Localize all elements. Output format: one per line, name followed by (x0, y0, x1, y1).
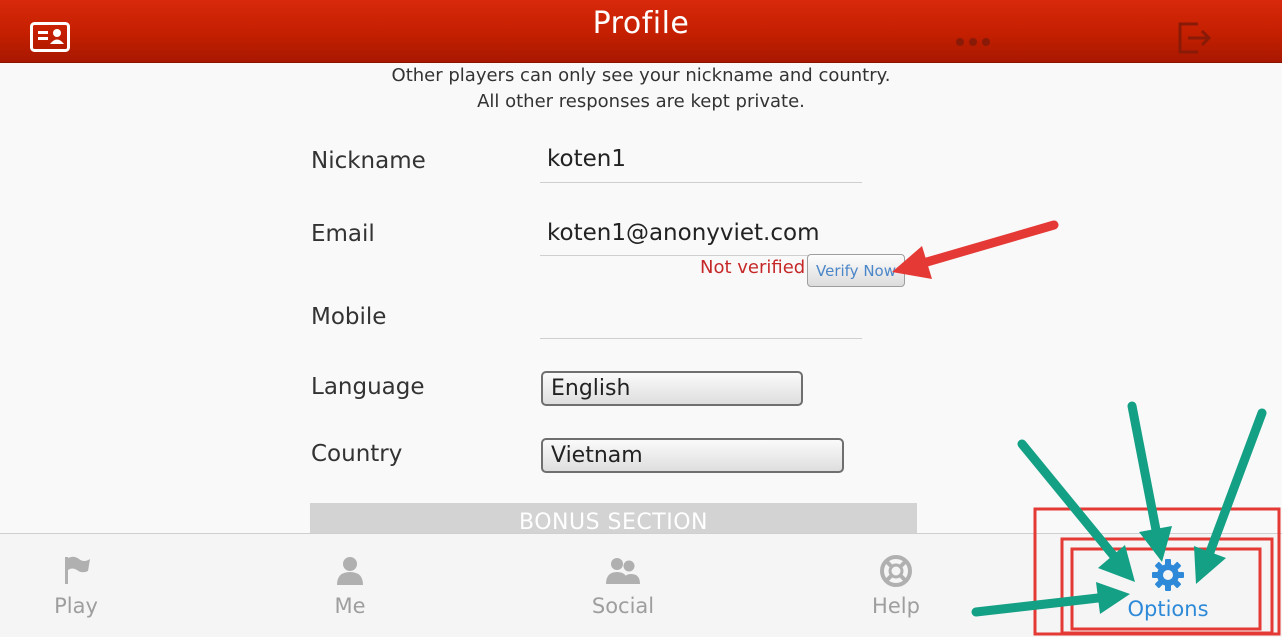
email-status: Not verified (700, 257, 806, 278)
email-label: Email (311, 221, 375, 247)
tab-play[interactable]: Play (0, 534, 152, 637)
mobile-label: Mobile (311, 304, 387, 330)
people-icon (605, 554, 641, 590)
tab-options-label: Options (1127, 597, 1209, 621)
nickname-label: Nickname (311, 148, 426, 174)
profile-content: Other players can only see your nickname… (0, 63, 1282, 533)
tab-me-label: Me (334, 594, 366, 618)
privacy-note: Other players can only see your nickname… (0, 63, 1282, 115)
person-icon (334, 554, 366, 590)
tab-social[interactable]: Social (547, 534, 699, 637)
bonus-section-header[interactable]: BONUS SECTION (310, 503, 917, 533)
verify-now-button[interactable]: Verify Now (807, 254, 905, 287)
tab-help[interactable]: Help (820, 534, 972, 637)
tab-social-label: Social (591, 594, 655, 618)
email-field[interactable]: koten1@anonyviet.com (547, 220, 820, 246)
nickname-field[interactable]: koten1 (547, 146, 626, 172)
tab-options[interactable]: Options (1092, 534, 1244, 637)
flag-icon (60, 554, 92, 590)
logout-icon[interactable] (1176, 20, 1214, 60)
nickname-underline (540, 182, 862, 183)
more-dots-icon[interactable] (955, 32, 991, 51)
lifebuoy-icon (879, 554, 913, 592)
bottom-tab-bar: Play Me Social Help Options (0, 533, 1282, 637)
tab-me[interactable]: Me (274, 534, 426, 637)
tab-help-label: Help (872, 594, 920, 618)
privacy-note-line-1: Other players can only see your nickname… (391, 65, 891, 86)
language-select[interactable]: English (541, 371, 803, 406)
language-label: Language (311, 374, 425, 400)
page-title: Profile (592, 6, 690, 41)
tab-play-label: Play (54, 594, 98, 618)
country-select[interactable]: Vietnam (541, 438, 844, 473)
country-label: Country (311, 441, 403, 467)
privacy-note-line-2: All other responses are kept private. (477, 91, 805, 112)
gear-icon (1151, 558, 1185, 596)
top-bar: Profile (0, 0, 1282, 63)
mobile-underline (540, 338, 862, 339)
